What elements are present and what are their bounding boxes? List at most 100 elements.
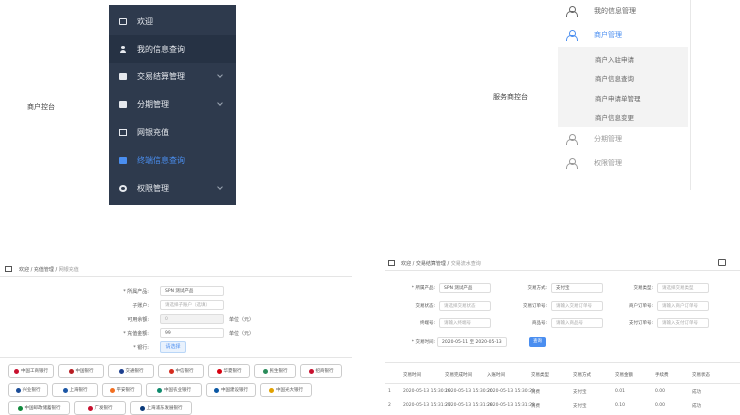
bank-option[interactable]: 中国邮政储蓄银行 — [8, 401, 70, 415]
bank-label: * 银行: — [133, 345, 149, 351]
sub-account-select[interactable]: 请选择子账户（选填） — [160, 300, 224, 310]
bank-option[interactable]: 平安银行 — [102, 383, 142, 397]
column-header: 交易金额 — [615, 373, 633, 378]
bank-logo-icon — [262, 368, 268, 374]
service-item-installment[interactable]: 分期管理 — [558, 128, 688, 150]
filter-field[interactable]: 请输入商户订单号 — [657, 301, 709, 311]
menu-item-welcome[interactable]: 欢迎 — [109, 7, 236, 35]
bank-option[interactable]: 招商银行 — [300, 364, 342, 378]
filter-field[interactable]: 请输入支付订单号 — [657, 318, 709, 328]
user-icon — [119, 45, 127, 53]
submenu-merchant-onboarding[interactable]: 商户入驻申请 — [595, 54, 634, 64]
menu-item-my-info[interactable]: 我的信息查询 — [109, 35, 236, 63]
column-header: 交易方式 — [573, 373, 591, 378]
breadcrumb: 欢迎 / 充值管理 / 网银充值 — [19, 267, 79, 273]
available-balance-field: 0 — [160, 314, 224, 324]
bank-option[interactable]: 中国工商银行 — [8, 364, 54, 378]
bank-option[interactable]: 中信银行 — [158, 364, 204, 378]
camera-icon — [119, 156, 127, 164]
filter-label: 商品号: — [531, 321, 547, 326]
chevron-down-icon — [217, 72, 223, 78]
bank-option[interactable]: 上海浦东发展银行 — [130, 401, 192, 415]
table-cell: 消费 — [531, 390, 540, 395]
bank-name: 兴业银行 — [22, 388, 41, 393]
service-item-permissions[interactable]: 权限管理 — [558, 152, 688, 174]
bank-option[interactable]: 广发银行 — [74, 401, 126, 415]
table-cell: 支付宝 — [573, 404, 587, 409]
menu-item-installment[interactable]: 分期管理 — [109, 90, 236, 118]
bank-option[interactable]: 民生银行 — [254, 364, 296, 378]
product-select[interactable]: SPN 测试产品 — [160, 286, 224, 296]
filter-field[interactable]: 请输入交易订单号 — [551, 301, 603, 311]
online-recharge-panel: 欢迎 / 充值管理 / 网银充值 * 所属产品: SPN 测试产品 子账户: 请… — [0, 262, 352, 415]
menu-toggle-icon[interactable] — [5, 266, 12, 272]
menu-item-transaction-settlement[interactable]: 交易结算管理 — [109, 62, 236, 90]
chevron-down-icon — [217, 184, 223, 190]
bank-option[interactable]: 中国农业银行 — [146, 383, 202, 397]
bank-logo-icon — [216, 368, 222, 374]
divider — [0, 357, 352, 358]
bank-name: 交通银行 — [125, 369, 144, 374]
filter-field[interactable]: 请输入商品号 — [551, 318, 603, 328]
submenu-merchant-info-query[interactable]: 商户信息查询 — [595, 73, 634, 83]
search-button[interactable]: 查询 — [529, 337, 546, 347]
bank-option[interactable]: 中国光大银行 — [260, 383, 312, 397]
menu-item-label: 交易结算管理 — [137, 71, 185, 81]
bank-name: 中国建设银行 — [221, 388, 248, 393]
filter-field[interactable]: 支付宝 — [551, 283, 603, 293]
breadcrumb-item[interactable]: 交易结算管理 — [416, 261, 446, 267]
submenu-merchant-application[interactable]: 商户申请单管理 — [595, 93, 641, 103]
bank-option[interactable]: 华夏银行 — [208, 364, 250, 378]
service-item-merchant-management[interactable]: 商户管理 — [558, 24, 688, 46]
filter-label: 交易方式: — [527, 286, 547, 291]
service-console-caption: 服务商控台 — [493, 93, 528, 101]
bank-name: 中国农业银行 — [164, 388, 191, 393]
breadcrumb-item[interactable]: 充值管理 — [34, 267, 54, 273]
menu-item-label: 终端信息查询 — [137, 155, 185, 165]
menu-item-permissions[interactable]: 权限管理 — [109, 174, 236, 202]
bank-option[interactable]: 中国银行 — [58, 364, 104, 378]
filter-label: 终端号: — [419, 321, 435, 326]
table-cell: 0.01 — [615, 389, 626, 394]
menu-item-terminal-query[interactable]: 终端信息查询 — [109, 146, 236, 174]
table-cell: 0.00 — [655, 403, 666, 408]
filter-field[interactable]: 请选择交易状态 — [439, 301, 491, 311]
bank-option[interactable]: 中国建设银行 — [206, 383, 256, 397]
bank-logo-icon — [168, 368, 174, 374]
menu-item-label: 网银充值 — [137, 127, 169, 137]
bank-option[interactable]: 兴业银行 — [8, 383, 48, 397]
select-bank-button[interactable]: 请选择 — [160, 341, 186, 353]
breadcrumb: 欢迎 / 交易结算管理 / 交易流水查询 — [401, 261, 481, 267]
bank-logo-icon — [17, 405, 23, 411]
filter-field[interactable]: 请输入终端号 — [439, 318, 491, 328]
bank-name: 中国银行 — [75, 369, 94, 374]
amount-input[interactable]: 99 — [160, 328, 224, 338]
service-item-my-info[interactable]: 我的信息管理 — [558, 0, 688, 22]
column-header: 入账时间 — [487, 373, 505, 378]
service-item-label: 分期管理 — [594, 135, 622, 143]
breadcrumb-item[interactable]: 欢迎 — [401, 261, 411, 267]
bank-option[interactable]: 上海银行 — [52, 383, 98, 397]
bank-name: 招商银行 — [315, 369, 334, 374]
breadcrumb-item[interactable]: 欢迎 — [19, 267, 29, 273]
fullscreen-icon[interactable] — [718, 259, 726, 266]
bank-name: 中国光大银行 — [276, 388, 303, 393]
unit-label: 单位（元） — [229, 317, 255, 323]
filter-label: 支付订单号: — [628, 321, 653, 326]
filter-field[interactable]: SPN 测试产品 — [439, 283, 491, 293]
bank-name: 华夏银行 — [223, 369, 242, 374]
bank-logo-icon — [14, 368, 19, 374]
filter-label: 交易订单号: — [522, 304, 547, 309]
submenu-merchant-info-change[interactable]: 商户信息变更 — [595, 112, 634, 122]
filter-field[interactable]: 请选择交易类型 — [657, 283, 709, 293]
transaction-query-panel: 欢迎 / 交易结算管理 / 交易流水查询 * 所属产品: SPN 测试产品 交易方式… — [385, 255, 740, 415]
available-balance-label: 可用余额: — [127, 317, 149, 323]
menu-toggle-icon[interactable] — [388, 260, 395, 266]
menu-item-online-recharge[interactable]: 网银充值 — [109, 118, 236, 146]
bank-name: 上海浦东发展银行 — [146, 406, 183, 411]
date-range-picker[interactable]: 2020-05-11 至 2020-05-13 — [437, 337, 507, 347]
column-header: 交易状态 — [692, 373, 710, 378]
divider — [385, 362, 740, 363]
service-sidebar-menu: 我的信息管理 商户管理 — [558, 0, 688, 47]
bank-option[interactable]: 交通银行 — [108, 364, 154, 378]
